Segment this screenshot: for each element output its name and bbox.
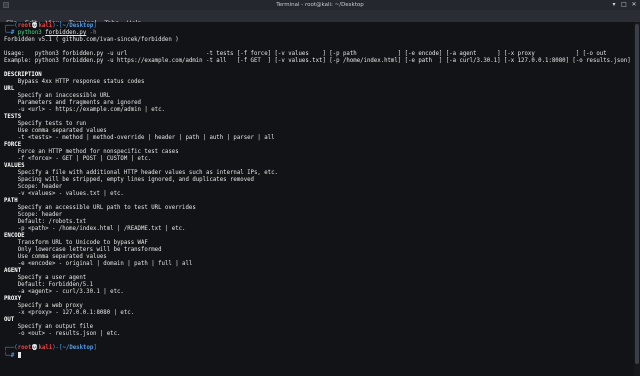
- output-line: Specify an accessible URL path to test U…: [4, 205, 196, 211]
- terminal-window: Terminal - root@kali: ~/Desktop ▾ □ ✕ Fi…: [0, 0, 640, 376]
- prompt-user: root: [17, 345, 32, 351]
- skull-icon: 💀: [31, 23, 39, 29]
- output-line: Spacing will be stripped, empty lines ig…: [4, 177, 254, 183]
- prompt-user: root: [17, 23, 32, 29]
- scrollbar-thumb[interactable]: [635, 24, 639, 364]
- menu-bar: FileEditViewTerminalTabsHelp: [0, 10, 640, 27]
- output-line: Specify a user agent: [4, 275, 87, 281]
- prompt-line-1: ┌──(root💀kali)-[~/Desktop]: [4, 23, 97, 29]
- output-line: -o <out> - results.json | etc.: [4, 331, 121, 337]
- skull-icon: 💀: [31, 345, 39, 351]
- window-title: Terminal - root@kali: ~/Desktop: [276, 2, 364, 8]
- output-line: Forbidden v5.1 ( github.com/ivan-sincek/…: [4, 37, 179, 43]
- output-line: Usage: python3 forbidden.py -u url -t te…: [4, 51, 640, 57]
- output-line: Specify a web proxy: [4, 303, 83, 309]
- prompt-symbol: #: [10, 30, 15, 36]
- output-line: Default: /robots.txt: [4, 219, 87, 225]
- input-line[interactable]: └─#: [4, 352, 21, 360]
- output-line: -v <values> - values.txt | etc.: [4, 191, 124, 197]
- output-line: -t <tests> - method | method-override | …: [4, 135, 275, 141]
- output-line: Scope: header: [4, 184, 63, 190]
- output-line: Only lowercase letters will be transform…: [4, 247, 162, 253]
- section-heading: PROXY: [4, 296, 22, 302]
- output-line: Bypass 4xx HTTP response status codes: [4, 79, 145, 85]
- section-heading: FORCE: [4, 142, 22, 148]
- output-line: Specify a file with additional HTTP head…: [4, 170, 278, 176]
- output-line: Use comma separated values: [4, 128, 107, 134]
- title-bar[interactable]: Terminal - root@kali: ~/Desktop ▾ □ ✕: [0, 0, 640, 10]
- output-line: Specify an inaccessible URL: [4, 93, 111, 99]
- output-line: -a <agent> - curl/3.30.1 | etc.: [4, 289, 124, 295]
- section-heading: TESTS: [4, 114, 22, 120]
- output-line: -x <proxy> - 127.0.0.1:8080 | etc.: [4, 310, 135, 316]
- output-line: Force an HTTP method for nonspecific tes…: [4, 149, 179, 155]
- output-line: Transform URL to Unicode to bypass WAF: [4, 240, 148, 246]
- output-line: Scope: header: [4, 212, 63, 218]
- section-heading: URL: [4, 86, 15, 92]
- section-heading: PATH: [4, 198, 18, 204]
- minimize-icon[interactable]: ▾: [610, 1, 618, 9]
- prompt-host: kali: [38, 345, 53, 351]
- prompt-dir: ~/Desktop: [62, 23, 94, 29]
- output-line: -f <force> - GET | POST | CUSTOM | etc.: [4, 156, 152, 162]
- section-heading: DESCRIPTION: [4, 72, 42, 78]
- command-suggestion: -h: [86, 30, 97, 36]
- prompt-host: kali: [38, 23, 53, 29]
- output-line: Specify tests to run: [4, 121, 87, 127]
- output-line: Use comma separated values: [4, 254, 107, 260]
- output-line: -e <encode> - original | domain | path |…: [4, 261, 193, 267]
- command-line: └─# python3 forbidden.py -h: [4, 30, 97, 36]
- close-icon[interactable]: ✕: [630, 1, 638, 9]
- output-line: Example: python3 forbidden.py -u https:/…: [4, 58, 631, 64]
- output-line: -u <url> - https://example.com/admin | e…: [4, 107, 165, 113]
- terminal-output-area[interactable]: ┌──(root💀kali)-[~/Desktop] └─# python3 f…: [0, 22, 640, 376]
- text-cursor: [17, 352, 21, 358]
- output-line: Specify an output file: [4, 324, 94, 330]
- output-line: Parameters and fragments are ignored: [4, 100, 141, 106]
- prompt-symbol: #: [10, 353, 15, 359]
- output-line: -p <path> - /home/index.html | /README.t…: [4, 226, 186, 232]
- section-heading: AGENT: [4, 268, 22, 274]
- prompt-dir: ~/Desktop: [62, 345, 94, 351]
- section-heading: ENCODE: [4, 233, 25, 239]
- section-heading: OUT: [4, 317, 15, 323]
- output-line: Default: Forbidden/5.1: [4, 282, 94, 288]
- maximize-icon[interactable]: □: [620, 1, 628, 9]
- command-interpreter: python3: [17, 30, 42, 36]
- section-heading: VALUES: [4, 163, 25, 169]
- prompt-line-2: ┌──(root💀kali)-[~/Desktop]: [4, 345, 97, 351]
- command-file: forbidden.py: [45, 30, 87, 36]
